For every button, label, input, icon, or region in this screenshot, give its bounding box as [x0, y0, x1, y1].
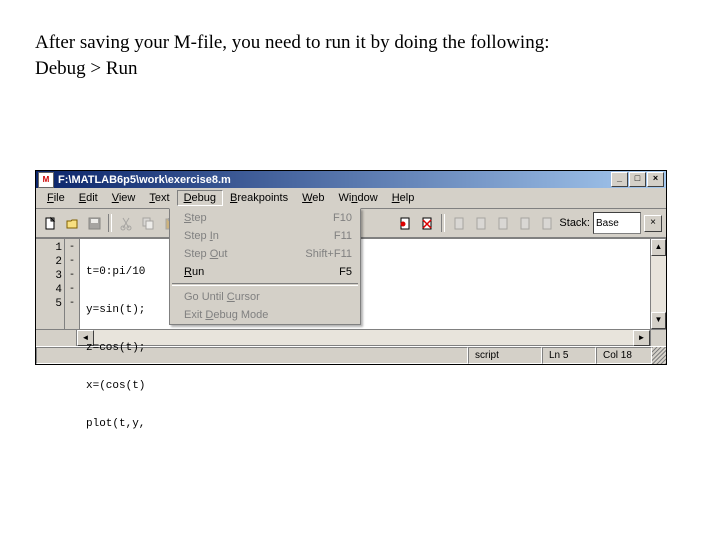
code-line: plot(t,y, [86, 417, 650, 431]
line-number: 1 [36, 241, 62, 255]
step-button[interactable] [449, 213, 469, 233]
menu-edit[interactable]: Edit [72, 190, 105, 206]
breakpoint-marker[interactable]: - [65, 269, 79, 283]
matlab-editor-window: M F:\MATLAB6p5\work\exercise8.m _ □ × Fi… [35, 170, 667, 365]
breakpoint-marker[interactable]: - [65, 255, 79, 269]
scroll-up-icon[interactable]: ▲ [651, 239, 666, 256]
code-line: z=cos(t); [86, 341, 650, 355]
instruction-line1: After saving your M-file, you need to ru… [35, 32, 550, 53]
scroll-corner [36, 330, 76, 346]
menu-item-run[interactable]: Run F5 [170, 263, 360, 281]
menu-breakpoints[interactable]: Breakpoints [223, 190, 295, 206]
menu-help[interactable]: Help [385, 190, 422, 206]
menu-item-label: Run [184, 266, 339, 278]
line-number: 4 [36, 283, 62, 297]
resize-grip-icon[interactable] [652, 347, 666, 364]
clear-breakpoint-button[interactable] [417, 213, 437, 233]
stack-label: Stack: [559, 217, 590, 229]
vertical-scrollbar[interactable]: ▲ ▼ [650, 239, 666, 329]
line-number: 2 [36, 255, 62, 269]
breakpoint-marker[interactable]: - [65, 241, 79, 255]
menu-item-label: Step In [184, 230, 334, 242]
line-number: 5 [36, 297, 62, 311]
menu-item-label: Go Until Cursor [184, 291, 352, 303]
set-breakpoint-button[interactable] [395, 213, 415, 233]
menu-item-shortcut: F11 [334, 230, 352, 242]
maximize-button[interactable]: □ [629, 172, 646, 187]
toolbar-separator [108, 214, 112, 232]
menu-separator [172, 283, 358, 286]
menu-item-step-in[interactable]: Step In F11 [170, 227, 360, 245]
menu-view[interactable]: View [105, 190, 143, 206]
line-number-gutter: 1 2 3 4 5 [36, 239, 65, 329]
menu-file[interactable]: File [40, 190, 72, 206]
titlebar[interactable]: M F:\MATLAB6p5\work\exercise8.m _ □ × [36, 171, 666, 188]
menu-item-exit-debug[interactable]: Exit Debug Mode [170, 306, 360, 324]
menu-item-step-out[interactable]: Step Out Shift+F11 [170, 245, 360, 263]
toolbar-separator [441, 214, 445, 232]
menu-debug[interactable]: Debug [177, 190, 223, 206]
exit-debug-button[interactable] [537, 213, 557, 233]
menu-web[interactable]: Web [295, 190, 331, 206]
menu-item-shortcut: F5 [339, 266, 352, 278]
scroll-corner [651, 330, 666, 346]
scroll-down-icon[interactable]: ▼ [651, 312, 666, 329]
step-out-button[interactable] [493, 213, 513, 233]
menu-item-step[interactable]: Step F10 [170, 209, 360, 227]
window-title: F:\MATLAB6p5\work\exercise8.m [58, 174, 611, 186]
stack-selector[interactable]: Base [593, 212, 641, 234]
step-in-button[interactable] [471, 213, 491, 233]
app-icon: M [38, 172, 54, 188]
scroll-track[interactable] [651, 256, 666, 312]
debug-dropdown-menu: Step F10 Step In F11 Step Out Shift+F11 … [169, 208, 361, 325]
menu-item-label: Step Out [184, 248, 305, 260]
breakpoint-column[interactable]: - - - - - [65, 239, 80, 329]
instruction-line2: Debug > Run [35, 58, 138, 79]
menu-item-shortcut: Shift+F11 [305, 248, 352, 260]
menu-item-go-until-cursor[interactable]: Go Until Cursor [170, 288, 360, 306]
breakpoint-marker[interactable]: - [65, 283, 79, 297]
minimize-button[interactable]: _ [611, 172, 628, 187]
line-number: 3 [36, 269, 62, 283]
menu-text[interactable]: Text [142, 190, 176, 206]
instruction-text: After saving your M-file, you need to ru… [0, 0, 720, 81]
editor-close-button[interactable]: × [644, 215, 662, 232]
cut-button[interactable] [116, 213, 136, 233]
menubar: File Edit View Text Debug Breakpoints We… [36, 188, 666, 209]
menu-item-label: Step [184, 212, 333, 224]
open-file-button[interactable] [62, 213, 82, 233]
new-file-button[interactable] [40, 213, 60, 233]
close-button[interactable]: × [647, 172, 664, 187]
continue-button[interactable] [515, 213, 535, 233]
code-line: x=(cos(t) [86, 379, 650, 393]
breakpoint-marker[interactable]: - [65, 297, 79, 311]
menu-window[interactable]: Window [332, 190, 385, 206]
copy-button[interactable] [138, 213, 158, 233]
code-editor[interactable]: t=0:pi/10 y=sin(t); z=cos(t); x=(cos(t) … [80, 239, 650, 329]
menu-item-label: Exit Debug Mode [184, 309, 352, 321]
menu-item-shortcut: F10 [333, 212, 352, 224]
save-button[interactable] [84, 213, 104, 233]
